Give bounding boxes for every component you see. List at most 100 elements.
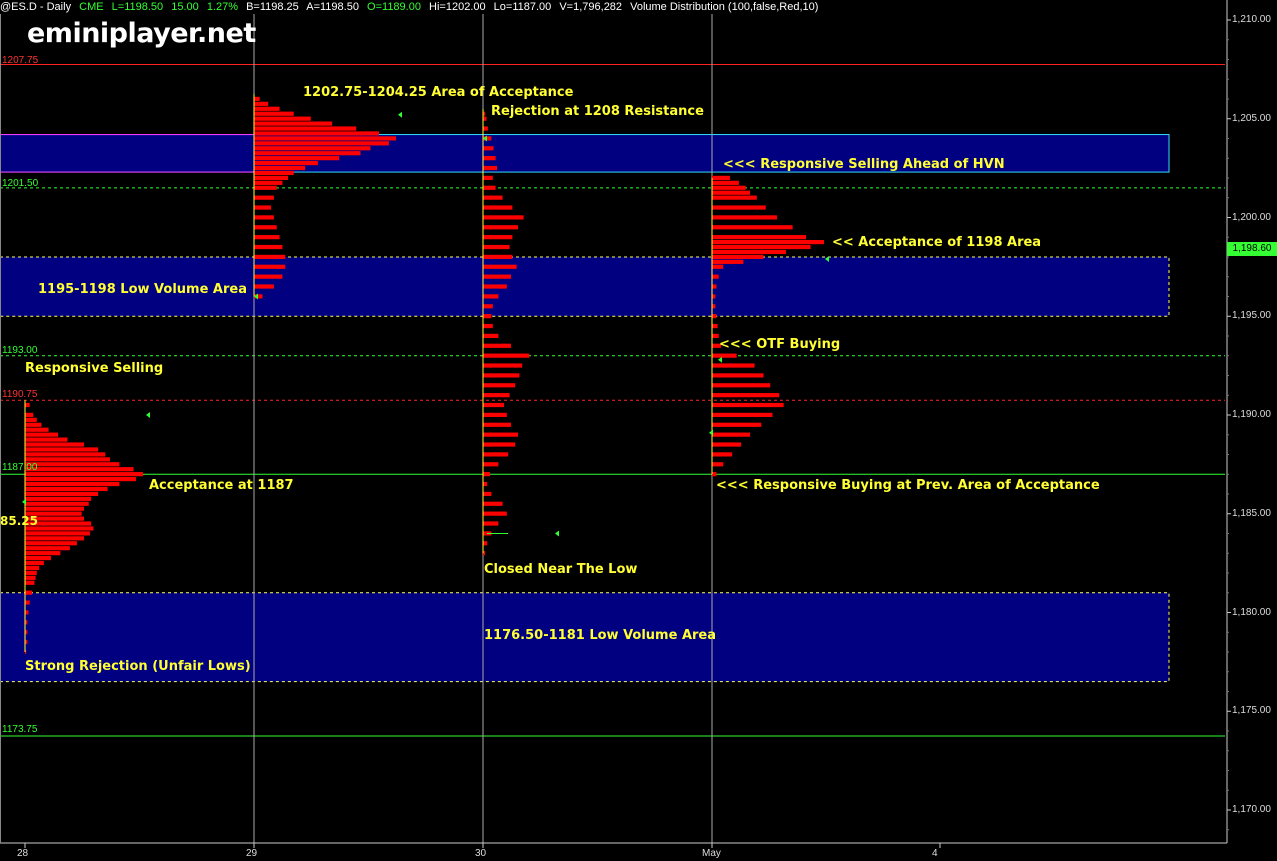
profile-bar [483,146,494,151]
profile-bar [483,402,504,408]
profile-bar [483,422,511,427]
profile-bar [254,146,371,151]
profile-bar [712,393,780,398]
profile-bar [254,131,379,136]
annotation-responsive-selling: Responsive Selling [25,361,164,376]
profile-bar [254,160,318,166]
profile-bar [254,235,280,240]
profile-bar [712,205,766,210]
profile-bar [483,432,518,437]
profile-bar [712,373,764,378]
profile-bar [483,481,488,487]
profile-bar [25,402,30,408]
volume-profile-chart [0,0,1231,848]
y-tick-label: 1,175.00 [1232,705,1271,717]
level-label-1187: 1187.00 [2,462,38,473]
percent-change: 1.27% [206,1,239,13]
volume: V=1,796,282 [559,1,623,13]
annotation-responsive-buying: <<< Responsive Buying at Prev. Area of A… [716,478,1100,493]
profile-bar [25,565,40,571]
profile-bar [712,422,762,427]
level-label-1185: 85.25 [0,514,38,528]
x-tick-label: 29 [246,848,258,859]
x-tick-label: 28 [17,848,29,859]
profile-bar [712,185,746,190]
level-label-1173: 1173.75 [2,724,38,735]
profile-bar [25,541,77,546]
profile-bar [25,501,89,506]
annotation-otf-buying: <<< OTF Buying [719,337,841,352]
profile-bar [25,575,36,580]
profile-bar [25,422,42,427]
profile-bar [25,590,33,595]
profile-bar [483,116,487,121]
profile-bar [712,294,716,299]
profile-bar [483,175,493,180]
profile-bar [254,284,274,289]
profile-bar [712,333,719,338]
profile-bar [712,452,733,457]
profile-bar [254,274,283,279]
profile-bar [254,180,283,185]
profile-bar [712,190,751,195]
profile-bar [483,452,509,457]
profile-bar [483,541,488,546]
annotation-low-volume-1176: 1176.50-1181 Low Volume Area [484,628,717,643]
y-tick-label: 1,205.00 [1232,112,1271,124]
x-tick-label: 4 [932,848,938,859]
profile-bar [254,175,289,180]
profile-bar [25,467,134,472]
profile-bar [712,402,784,408]
profile-bar [483,195,503,200]
profile-bar [483,412,507,417]
annotation-low-volume-1195: 1195-1198 Low Volume Area [38,282,247,297]
profile-30 [482,108,530,556]
profile-bar [712,462,724,467]
profile-bar [25,491,99,496]
profile-bar [483,472,490,477]
profile-bar [254,151,361,156]
price-marker [555,530,559,537]
profile-bar [483,225,518,230]
annotation-closed-near-low: Closed Near The Low [484,562,638,577]
profile-bar [483,333,499,338]
profile-bar [483,521,499,526]
annotation-rejection-1208: Rejection at 1208 Resistance [491,104,704,119]
annotation-acceptance-1187: Acceptance at 1187 [149,478,294,493]
y-tick-label: 1,170.00 [1232,804,1271,815]
profile-bar [254,121,333,126]
profile-bar [483,491,492,496]
x-tick-label: 30 [475,848,487,859]
low-price: Lo=1187.00 [493,1,552,13]
profile-bar [712,175,730,180]
profile-bar [254,141,389,146]
profile-bar [712,284,717,289]
level-label-1207: 1207.75 [2,55,39,66]
exchange: CME [79,1,104,13]
profile-bar [254,225,277,230]
profile-bar [712,225,793,230]
level-label-1190: 1190.75 [2,389,38,400]
profile-bar [483,323,493,329]
profile-bar [483,264,517,269]
y-tick-label: 1,210.00 [1232,14,1271,25]
profile-May [711,175,824,477]
profile-bar [483,205,513,210]
profile-bar [254,116,311,121]
price-marker [146,412,150,418]
profile-bar [712,244,811,250]
symbol-name: @ES.D - Daily [0,1,72,13]
profile-bar [25,496,92,501]
profile-bar [712,215,777,220]
profile-bar [712,249,786,255]
y-tick-label: 1,200.00 [1232,211,1271,223]
price-marker [22,498,26,505]
profile-bar [712,323,718,329]
profile-bar [712,314,717,319]
price-marker [709,429,713,436]
site-logo: eminiplayer.net [27,18,256,49]
annotation-acceptance-1198: << Acceptance of 1198 Area [832,235,1042,250]
profile-bar [254,106,280,111]
profile-bar [254,126,357,131]
profile-bar [254,254,286,259]
